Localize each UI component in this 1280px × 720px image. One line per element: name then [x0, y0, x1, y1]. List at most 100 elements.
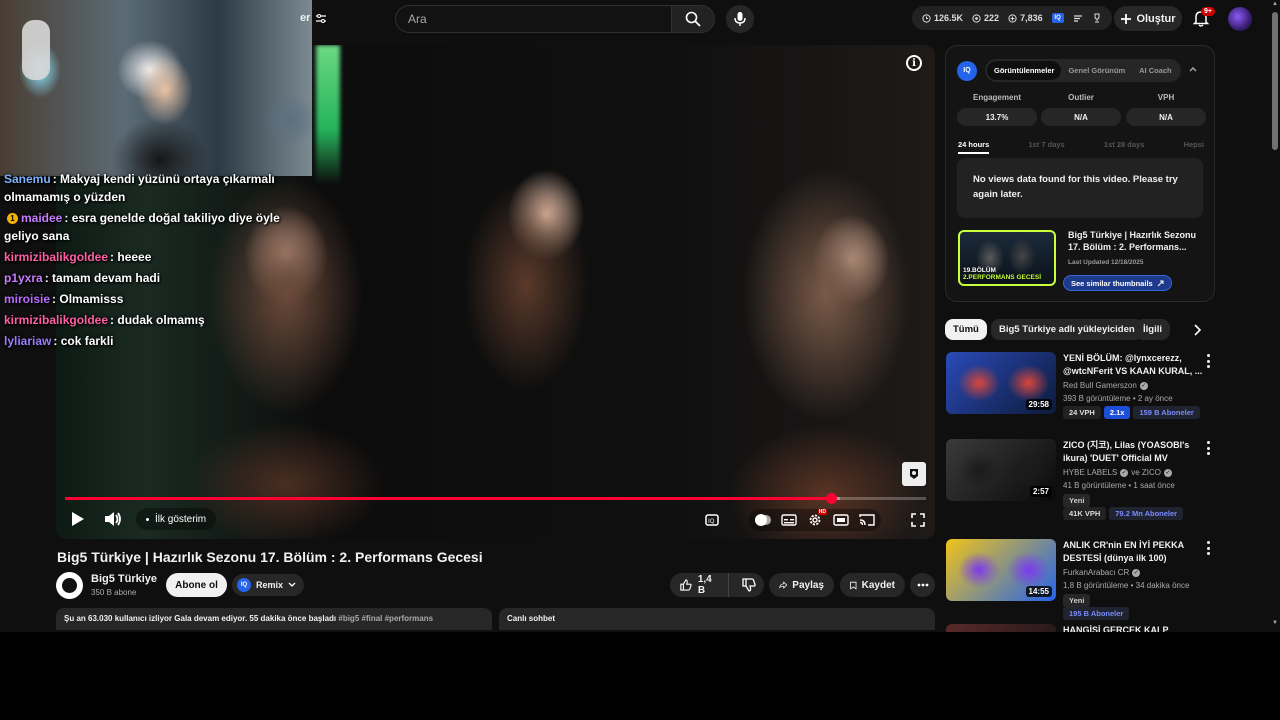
related-video[interactable]: 29:58 YENİ BÖLÜM: @lynxcerezz, @wtcNFeri…	[946, 352, 1226, 422]
subscribers-badge: 79.2 Mn Aboneler	[1109, 507, 1184, 520]
masthead-filter[interactable]: er	[300, 6, 327, 30]
vidiq-stats-bar[interactable]: 126.5K 222 7,836 IQ	[912, 6, 1112, 30]
fullscreen-icon[interactable]	[910, 512, 926, 528]
vidiq-panel: IQ Görüntülenmeler Genel Görünüm AI Coac…	[945, 45, 1215, 302]
subscribe-button[interactable]: Abone ol	[166, 573, 227, 597]
channel-name[interactable]: Big5 Türkiye	[91, 573, 157, 585]
chat-username: kirmizibalikgoldee	[4, 250, 109, 264]
tab-views[interactable]: Görüntülenmeler	[987, 61, 1062, 80]
chat-text: : dudak olmamış	[110, 313, 205, 327]
channel-avatar[interactable]	[56, 572, 83, 599]
description-box[interactable]: Şu an 63.030 kullanıcı izliyor Gala deva…	[56, 608, 492, 630]
trophy-icon[interactable]	[1092, 13, 1102, 23]
microphone-icon	[734, 12, 746, 26]
vidiq-badges: 24 VPH 2.1x 159 B Aboneler	[1063, 406, 1200, 419]
promo-updated: Last Updated 12/18/2025	[1068, 259, 1144, 266]
video-thumbnail[interactable]: 14:55	[946, 539, 1056, 601]
chat-message: 1 maidee: esra genelde doğal takiliyo diy…	[4, 209, 294, 245]
like-button[interactable]: 1,4 B	[670, 573, 729, 597]
vidiq-player-icon[interactable]: IQ	[704, 512, 720, 528]
channel-name: HYBE LABELS	[1063, 468, 1118, 477]
video-meta: 41 B görüntüleme • 1 saat önce	[1063, 481, 1175, 490]
video-thumbnail[interactable]	[946, 624, 1056, 632]
notification-badge: 9+	[1201, 7, 1215, 16]
like-count: 1,4 B	[697, 574, 712, 596]
voice-search-button[interactable]	[726, 5, 754, 33]
promo-thumb-episode: 19.BÖLÜM	[963, 266, 996, 274]
channel-watermark[interactable]	[902, 462, 926, 486]
save-button[interactable]: Kaydet	[840, 573, 905, 597]
video-title: ANLIK CR'nin EN İYİ PEKKA DESTESİ (dünya…	[1063, 540, 1184, 563]
share-button[interactable]: Paylaş	[769, 573, 834, 597]
page-scrollbar[interactable]	[1270, 0, 1280, 633]
scrollbar-thumb[interactable]	[1272, 12, 1278, 150]
plus-icon	[1121, 13, 1132, 24]
comments-count: 222	[984, 13, 1000, 23]
chevron-down-icon	[288, 582, 296, 587]
tab-overview[interactable]: Genel Görünüm	[1061, 61, 1132, 80]
promo-thumbnail[interactable]: 19.BÖLÜM 2.PERFORMANS GECESİ	[958, 230, 1056, 286]
search-input[interactable]: Ara	[395, 5, 671, 33]
video-meta: 1,8 B görüntüleme • 34 dakika önce	[1063, 581, 1190, 590]
remix-label: Remix	[256, 580, 284, 590]
autoplay-toggle[interactable]	[755, 512, 771, 528]
new-badge: Yeni	[1063, 594, 1091, 607]
list-icon[interactable]	[1073, 14, 1083, 23]
create-button[interactable]: Oluştur	[1114, 6, 1182, 31]
search-button[interactable]	[671, 5, 715, 33]
volume-icon[interactable]	[101, 507, 125, 531]
chips-next-button[interactable]	[1188, 321, 1206, 339]
live-chat-header[interactable]: Canlı sohbet	[499, 608, 935, 630]
see-similar-thumbnails-button[interactable]: See similar thumbnails	[1063, 275, 1172, 291]
cast-icon[interactable]	[859, 512, 875, 528]
vidiq-logo-icon[interactable]: IQ	[1051, 13, 1064, 23]
youtube-watch-page: i İlk gösterim IQ HD Sanemu: Makyaj ken…	[0, 0, 1280, 720]
dislike-button[interactable]	[734, 573, 764, 597]
chat-text: : tamam devam hadi	[44, 271, 161, 285]
channel-name: FurkanArabacı CR	[1063, 568, 1130, 577]
more-actions-button[interactable]	[910, 573, 935, 597]
panel-tabset: Görüntülenmeler Genel Görünüm AI Coach	[985, 59, 1181, 82]
settings-gear-icon[interactable]: HD	[807, 509, 827, 528]
metric-label: Engagement	[972, 93, 1021, 102]
subscribers-badge: 159 B Aboneler	[1133, 406, 1200, 419]
range-7d[interactable]: 1st 7 days	[1028, 140, 1064, 154]
related-video[interactable]: 2:57 ZICO (지코), Lilas (YOASOBI's ikura) …	[946, 439, 1226, 520]
chip-all[interactable]: Tümü	[945, 319, 987, 340]
views-count: 126.5K	[934, 13, 964, 23]
plus-circle-icon	[1008, 13, 1017, 23]
range-24h[interactable]: 24 hours	[958, 140, 990, 154]
subtitles-icon[interactable]	[781, 512, 797, 528]
user-avatar[interactable]	[1228, 7, 1252, 31]
chat-username: p1yxra	[4, 271, 43, 285]
promo-thumb-text: 19.BÖLÜM 2.PERFORMANS GECESİ	[963, 267, 1041, 281]
range-all[interactable]: Hepsi	[1184, 140, 1204, 154]
video-thumbnail[interactable]: 2:57	[946, 439, 1056, 501]
tab-ai-coach[interactable]: AI Coach	[1132, 61, 1179, 80]
theater-mode-icon[interactable]	[833, 512, 849, 528]
play-button[interactable]	[66, 507, 90, 531]
chevron-up-icon[interactable]	[1188, 64, 1198, 74]
description-tags[interactable]: #big5 #final #performans	[338, 614, 433, 623]
related-video[interactable]: 14:55 ANLIK CR'nin EN İYİ PEKKA DESTESİ …	[946, 539, 1226, 620]
more-vertical-icon[interactable]	[1205, 354, 1211, 368]
progress-bar[interactable]	[65, 493, 926, 504]
video-thumbnail[interactable]: 29:58	[946, 352, 1056, 414]
chip-from-uploader[interactable]: Big5 Türkiye adlı yükleyiciden	[991, 319, 1143, 340]
scroll-down-arrow-icon[interactable]: ▼	[1272, 620, 1278, 626]
stream-chat-overlay: Sanemu: Makyaj kendi yüzünü ortaya çıkar…	[4, 170, 294, 353]
masthead: er Ara 126.5K 222 7,836 IQ Oluştur 9+	[0, 0, 1268, 38]
info-icon[interactable]: i	[906, 55, 922, 71]
vph-badge: 24 VPH	[1063, 406, 1101, 419]
related-video[interactable]: HANGİSİ GERÇEK KALP KOCASI...	[946, 624, 1226, 632]
more-vertical-icon[interactable]	[1205, 441, 1211, 455]
scrubber-handle[interactable]	[826, 493, 838, 504]
chapter-label[interactable]: İlk gösterim	[136, 508, 217, 530]
chip-related[interactable]: İlgili	[1135, 319, 1170, 340]
scroll-up-arrow-icon[interactable]: ▲	[1272, 1, 1278, 7]
more-vertical-icon[interactable]	[1205, 541, 1211, 555]
range-28d[interactable]: 1st 28 days	[1104, 140, 1144, 154]
vidiq-logo-icon: IQ	[957, 60, 977, 81]
remix-button[interactable]: IQ Remix	[232, 574, 304, 596]
chat-text: : Olmamisss	[52, 292, 124, 306]
